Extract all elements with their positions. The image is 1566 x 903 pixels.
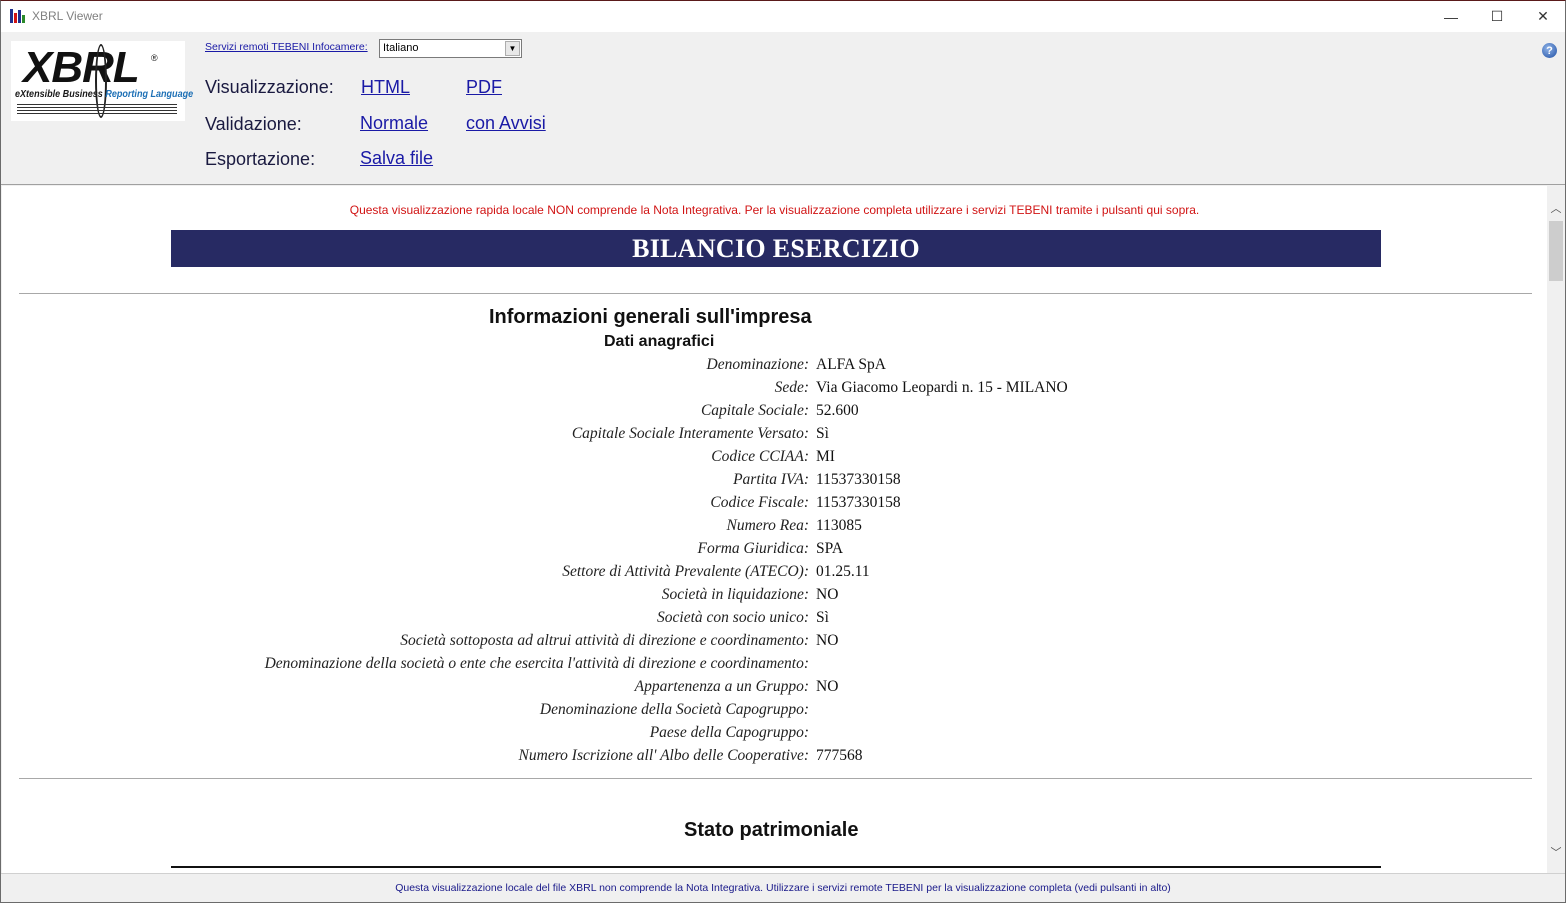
field-label: Paese della Capogruppo: [649, 724, 809, 741]
field-value: 01.25.11 [816, 563, 870, 580]
document-banner: BILANCIO ESERCIZIO [171, 230, 1381, 267]
chevron-down-icon[interactable]: ▼ [505, 41, 520, 56]
field-label: Codice Fiscale: [710, 494, 809, 511]
field-label: Forma Giuridica: [697, 540, 809, 557]
toolbar: XBRL ® eXtensible Business Reporting Lan… [1, 32, 1565, 185]
field-label: Società in liquidazione: [661, 586, 809, 603]
field-value: MI [816, 448, 835, 465]
validazione-label: Validazione: [205, 114, 302, 134]
html-link[interactable]: HTML [361, 77, 410, 98]
field-value: Sì [816, 425, 829, 442]
field-label: Partita IVA: [733, 471, 809, 488]
field-value: ALFA SpA [816, 356, 886, 373]
field-label: Appartenenza a un Gruppo: [634, 678, 809, 695]
language-select-value: Italiano [383, 42, 419, 54]
field-label: Società sottoposta ad altrui attività di… [400, 632, 809, 649]
minimize-button[interactable]: — [1428, 1, 1474, 32]
field-label: Capitale Sociale Interamente Versato: [571, 425, 809, 442]
logo-registered-mark: ® [151, 53, 158, 63]
salva-file-link[interactable]: Salva file [360, 148, 433, 169]
field-value: NO [816, 678, 839, 695]
scroll-down-icon[interactable]: ﹀ [1547, 843, 1565, 860]
section-title-stato: Stato patrimoniale [684, 819, 859, 841]
field-label: Società con socio unico: [657, 609, 809, 626]
maximize-button[interactable]: ☐ [1474, 1, 1520, 32]
field-label: Sede: [774, 379, 809, 396]
scroll-thumb[interactable] [1549, 221, 1563, 281]
field-value: NO [816, 586, 839, 603]
field-value: 113085 [816, 517, 862, 534]
validazione-normale-link[interactable]: Normale [360, 113, 428, 134]
divider [19, 778, 1532, 779]
pdf-link[interactable]: PDF [466, 77, 502, 98]
field-label: Denominazione: [706, 356, 809, 373]
field-value: 11537330158 [816, 471, 901, 488]
section-title-info: Informazioni generali sull'impresa [489, 306, 812, 328]
divider [19, 293, 1532, 294]
language-select[interactable]: Italiano ▼ [379, 39, 522, 58]
esportazione-label: Esportazione: [205, 149, 316, 169]
status-bar: Questa visualizzazione locale del file X… [1, 873, 1565, 902]
validazione-avvisi-link[interactable]: con Avvisi [466, 113, 546, 134]
app-chart-icon [10, 9, 25, 23]
field-value: 52.600 [816, 402, 859, 419]
close-button[interactable]: ✕ [1520, 1, 1566, 32]
visualizzazione-label: Visualizzazione: [205, 77, 334, 97]
remote-services-link[interactable]: Servizi remoti TEBENI Infocamere: [205, 41, 368, 53]
field-value: NO [816, 632, 839, 649]
xbrl-logo: XBRL ® eXtensible Business Reporting Lan… [11, 41, 193, 121]
field-label: Numero Rea: [726, 517, 809, 534]
field-value: 777568 [816, 747, 863, 764]
field-value: SPA [816, 540, 844, 557]
field-label: Denominazione della Società Capogruppo: [539, 701, 809, 718]
logo-tagline: eXtensible Business Reporting Language [15, 88, 194, 100]
logo-wordmark: XBRL [23, 43, 140, 92]
window-title: XBRL Viewer [32, 9, 103, 23]
minimize-icon: — [1444, 8, 1458, 25]
field-value: 11537330158 [816, 494, 901, 511]
subsection-title-dati: Dati anagrafici [604, 333, 715, 350]
document-view[interactable]: Questa visualizzazione rapida locale NON… [2, 186, 1547, 873]
field-label: Codice CCIAA: [711, 448, 809, 465]
maximize-icon: ☐ [1490, 8, 1504, 24]
field-value: Via Giacomo Leopardi n. 15 - MILANO [816, 379, 1068, 396]
scroll-up-icon[interactable]: ︿ [1547, 199, 1565, 216]
field-label: Settore di Attività Prevalente (ATECO): [562, 563, 809, 580]
close-icon: ✕ [1537, 8, 1549, 24]
table-top-rule [171, 866, 1381, 868]
field-label: Numero Iscrizione all' Albo delle Cooper… [518, 747, 809, 764]
field-value: Sì [816, 609, 829, 626]
logo-stripes [17, 104, 177, 114]
app-window: XBRL Viewer — ☐ ✕ XBRL ® eXtensible Busi… [0, 0, 1566, 903]
local-view-warning: Questa visualizzazione rapida locale NON… [349, 203, 1200, 217]
field-label: Capitale Sociale: [700, 402, 809, 419]
help-icon[interactable]: ? [1542, 43, 1557, 58]
title-bar[interactable]: XBRL Viewer — ☐ ✕ [1, 1, 1565, 32]
field-label: Denominazione della società o ente che e… [264, 655, 809, 672]
vertical-scrollbar[interactable]: ︿ ﹀ [1547, 186, 1565, 873]
